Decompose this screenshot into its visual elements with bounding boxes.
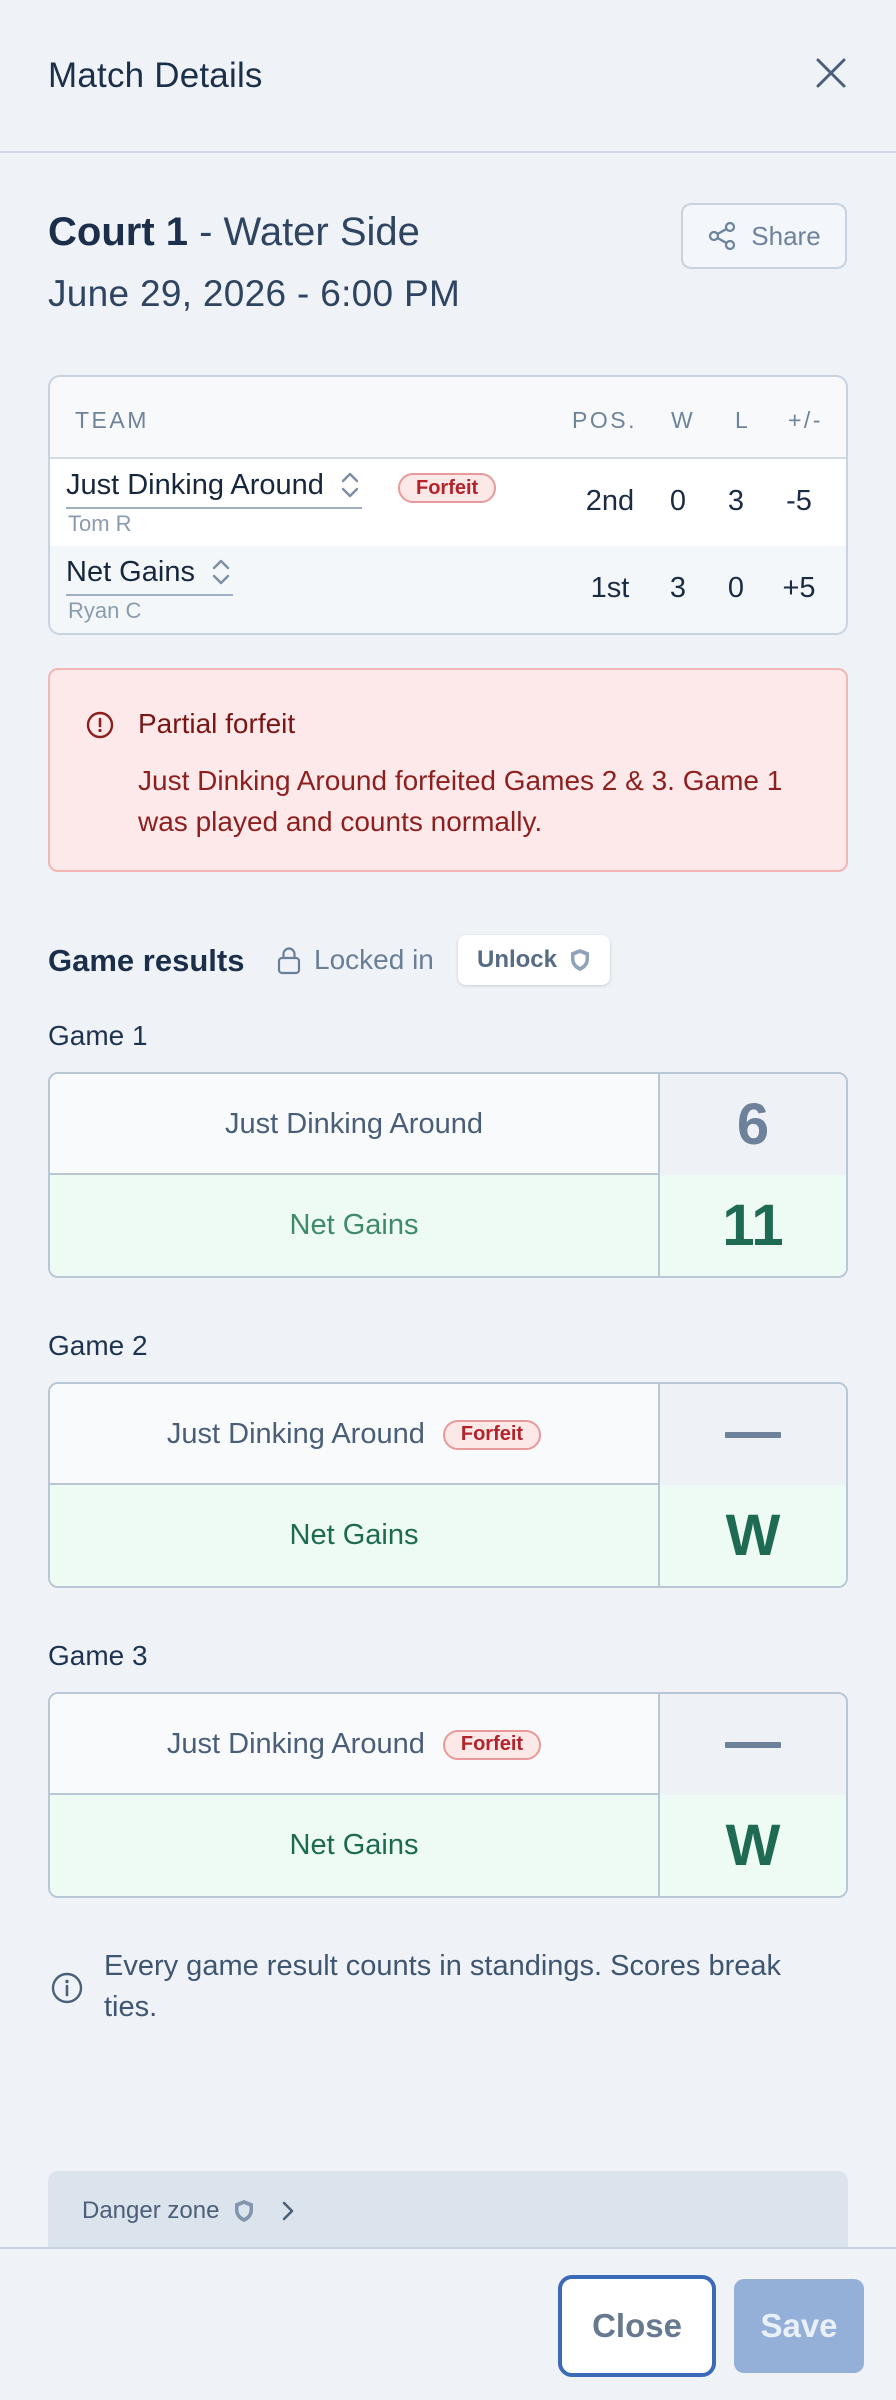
unlock-button[interactable]: Unlock	[458, 935, 610, 985]
modal-title: Match Details	[48, 55, 263, 95]
game-results-title: Game results	[48, 943, 245, 978]
game-row: Net Gains 11	[50, 1175, 846, 1276]
standings-table: TEAM POS. W L +/- Just Dinking Around Fo…	[48, 375, 848, 635]
game-card: Just Dinking Around Forfeit Net Gains W	[48, 1692, 848, 1898]
lock-icon	[277, 947, 301, 975]
game-card: Just Dinking Around 6 Net Gains 11	[48, 1072, 848, 1278]
team-pm: -5	[786, 485, 812, 517]
team-name: Net Gains	[66, 555, 195, 588]
unlock-label: Unlock	[476, 946, 557, 973]
partial-forfeit-alert: Partial forfeit Just Dinking Around forf…	[48, 668, 848, 872]
team-name: Net Gains	[289, 1209, 419, 1241]
standings-row: Net Gains Ryan C 1st 3 0 +5	[50, 546, 846, 633]
team-captain: Tom R	[68, 511, 132, 536]
chevron-up-down-icon	[341, 472, 359, 498]
game-row: Just Dinking Around Forfeit	[50, 1694, 846, 1795]
game-row: Just Dinking Around 6	[50, 1074, 846, 1175]
col-pm: +/-	[788, 407, 823, 433]
game-score[interactable]	[658, 1694, 846, 1795]
game-card: Just Dinking Around Forfeit Net Gains W	[48, 1382, 848, 1588]
share-button[interactable]: Share	[681, 203, 847, 269]
game-score[interactable]: W	[658, 1795, 846, 1896]
game-label: Game 1	[48, 1020, 148, 1051]
team-pm: +5	[782, 572, 816, 604]
no-score-dash	[725, 1741, 781, 1748]
game-team: Just Dinking Around	[50, 1074, 658, 1175]
standings-row: Just Dinking Around Forfeit Tom R 2nd 0 …	[50, 459, 846, 546]
team-name: Just Dinking Around	[66, 468, 324, 501]
modal-header: Match Details	[0, 0, 896, 153]
team-name: Just Dinking Around	[225, 1108, 483, 1140]
chevron-up-down-icon	[212, 559, 230, 585]
standings-header: TEAM POS. W L +/-	[50, 377, 846, 459]
court-location: - Water Side	[188, 210, 420, 254]
game-label: Game 3	[48, 1640, 148, 1671]
team-pos: 1st	[590, 572, 630, 604]
game-team: Net Gains	[50, 1795, 658, 1896]
team-captain: Ryan C	[68, 598, 142, 623]
alert-body: Just Dinking Around forfeited Games 2 & …	[138, 765, 783, 837]
court-name: Court 1	[48, 210, 188, 254]
team-name: Just Dinking Around	[166, 1728, 425, 1760]
chevron-right-icon	[283, 2201, 294, 2221]
game-row: Net Gains W	[50, 1795, 846, 1896]
team-select[interactable]: Net Gains	[66, 554, 233, 596]
share-icon	[709, 221, 736, 251]
forfeit-badge: Forfeit	[442, 1419, 542, 1450]
team-l: 0	[727, 572, 745, 604]
game-row: Net Gains W	[50, 1485, 846, 1586]
col-l: L	[735, 407, 751, 433]
game-label: Game 2	[48, 1330, 148, 1361]
share-label: Share	[751, 220, 821, 251]
forfeit-badge: Forfeit	[442, 1729, 542, 1760]
team-w: 3	[669, 572, 687, 604]
locked-status: Locked in	[276, 944, 434, 976]
close-button[interactable]: Close	[558, 2275, 716, 2377]
team-w: 0	[669, 485, 687, 517]
shield-icon	[571, 949, 589, 971]
court-title: Court 1 - Water Side	[48, 210, 420, 255]
shield-icon	[235, 2200, 254, 2222]
game-score[interactable]: 6	[658, 1074, 846, 1175]
match-date: June 29, 2026 - 6:00 PM	[48, 273, 461, 314]
alert-title: Partial forfeit	[138, 708, 296, 739]
danger-zone-toggle[interactable]: Danger zone	[48, 2171, 848, 2251]
locked-label: Locked in	[314, 944, 434, 975]
col-pos: POS.	[572, 407, 637, 433]
col-w: W	[671, 407, 696, 433]
no-score-dash	[725, 1431, 781, 1438]
game-score[interactable]	[658, 1384, 846, 1485]
team-select[interactable]: Just Dinking Around	[66, 467, 362, 509]
game-team: Net Gains	[50, 1175, 658, 1276]
team-l: 3	[727, 485, 745, 517]
game-team: Just Dinking Around Forfeit	[50, 1384, 658, 1485]
info-icon	[51, 1972, 83, 2004]
modal-footer: Close Save	[0, 2247, 896, 2400]
save-button[interactable]: Save	[734, 2279, 864, 2373]
team-pos: 2nd	[585, 485, 635, 517]
game-row: Just Dinking Around Forfeit	[50, 1384, 846, 1485]
forfeit-badge: Forfeit	[398, 473, 497, 503]
standings-note: Every game result counts in standings. S…	[104, 1950, 781, 2023]
team-name: Net Gains	[289, 1519, 419, 1551]
danger-zone-label: Danger zone	[82, 2197, 220, 2224]
game-score[interactable]: W	[658, 1485, 846, 1586]
game-team: Net Gains	[50, 1485, 658, 1586]
col-team: TEAM	[75, 407, 149, 433]
team-name: Just Dinking Around	[166, 1418, 425, 1450]
game-score[interactable]: 11	[658, 1175, 846, 1276]
team-name: Net Gains	[289, 1829, 419, 1861]
close-icon[interactable]	[814, 56, 848, 90]
game-team: Just Dinking Around Forfeit	[50, 1694, 658, 1795]
alert-circle-icon	[86, 711, 114, 739]
